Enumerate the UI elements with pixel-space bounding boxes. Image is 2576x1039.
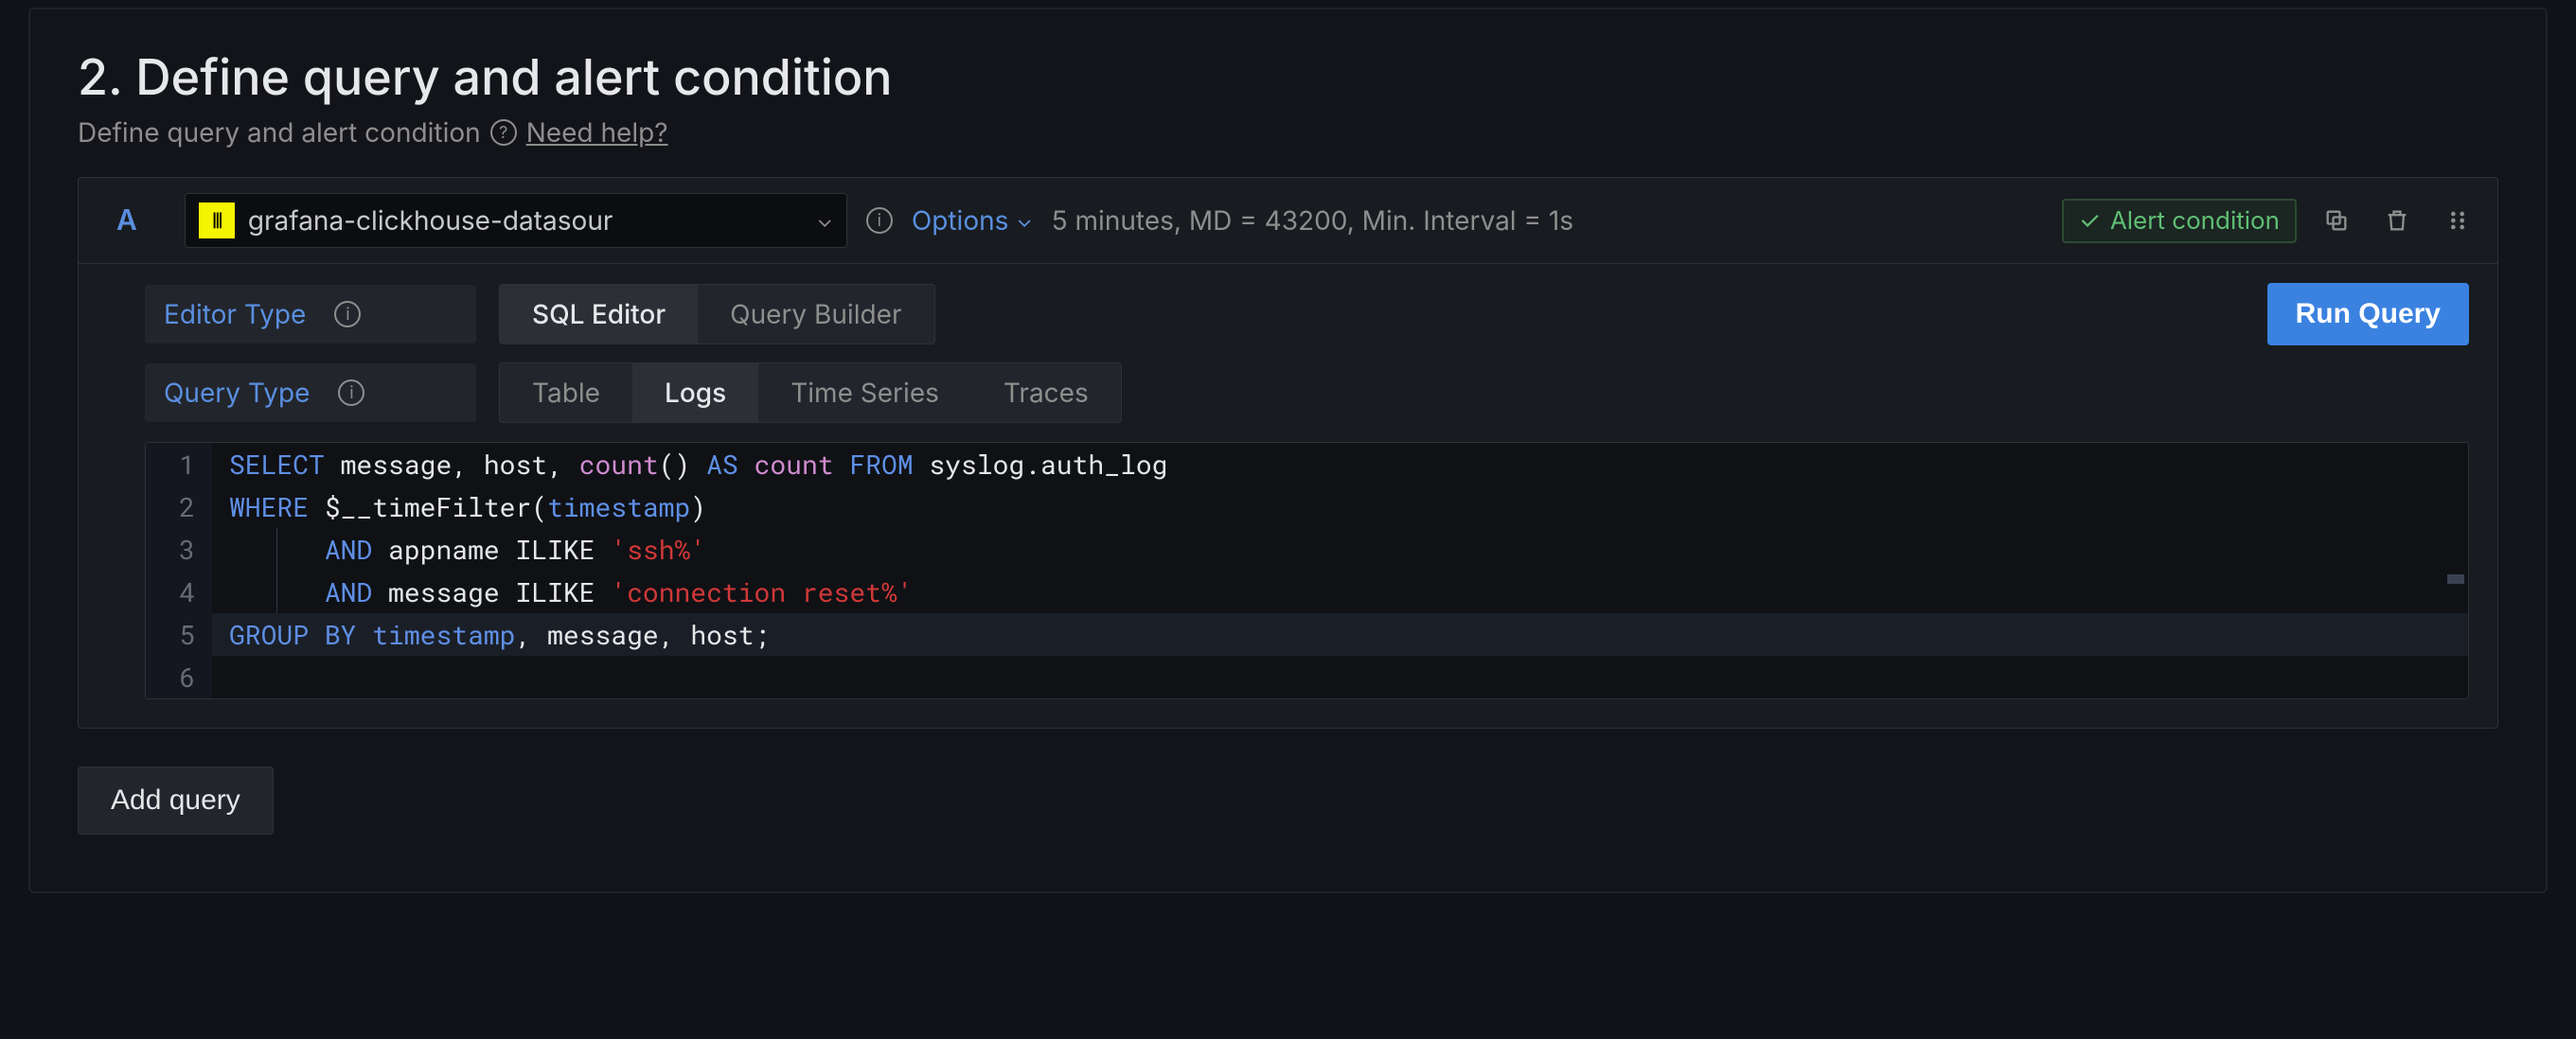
seg-option-traces[interactable]: Traces	[971, 363, 1121, 422]
options-label: Options	[912, 204, 1009, 237]
editor-type-label-chip: Editor Type i	[145, 285, 476, 343]
alert-condition-badge[interactable]: ✓ Alert condition	[2062, 199, 2297, 243]
info-icon[interactable]: i	[338, 379, 364, 406]
copy-icon	[2323, 207, 2350, 234]
grip-icon	[2444, 207, 2471, 234]
line-number: 1	[146, 443, 212, 485]
section-title: 2. Define query and alert condition	[78, 47, 2498, 107]
seg-option-time-series[interactable]: Time Series	[758, 363, 971, 422]
seg-option-query-builder[interactable]: Query Builder	[698, 285, 933, 343]
query-type-label-chip: Query Type i	[145, 363, 476, 422]
datasource-picker[interactable]: ||| grafana-clickhouse-datasour ⌄	[185, 193, 847, 248]
code-line[interactable]: 5GROUP BY timestamp, message, host;	[146, 613, 2468, 656]
seg-option-table[interactable]: Table	[500, 363, 632, 422]
code-content[interactable]	[212, 656, 2468, 698]
copy-button[interactable]	[2316, 202, 2357, 239]
line-number: 3	[146, 528, 212, 571]
minimap-marker	[2447, 574, 2464, 584]
delete-button[interactable]	[2376, 202, 2418, 239]
trash-icon	[2384, 207, 2410, 234]
line-number: 5	[146, 613, 212, 656]
query-type-segmented: TableLogsTime SeriesTraces	[499, 362, 1122, 423]
info-icon[interactable]: i	[334, 301, 361, 327]
drag-handle[interactable]	[2437, 202, 2478, 239]
help-icon[interactable]: ?	[490, 119, 517, 146]
query-type-label: Query Type	[164, 377, 310, 409]
query-body: Editor Type i SQL EditorQuery Builder Ru…	[79, 264, 2497, 728]
info-icon[interactable]: i	[866, 207, 893, 234]
sql-editor[interactable]: 1SELECT message, host, count() AS count …	[145, 442, 2469, 699]
run-query-button[interactable]: Run Query	[2267, 283, 2469, 345]
code-line[interactable]: 3 AND appname ILIKE 'ssh%'	[146, 528, 2468, 571]
datasource-name: grafana-clickhouse-datasour	[248, 204, 613, 237]
code-content[interactable]: WHERE $__timeFilter(timestamp)	[212, 485, 2468, 528]
editor-type-label: Editor Type	[164, 298, 306, 330]
need-help-link[interactable]: Need help?	[526, 116, 668, 149]
seg-option-logs[interactable]: Logs	[632, 363, 758, 422]
editor-type-row: Editor Type i SQL EditorQuery Builder Ru…	[145, 283, 2469, 345]
query-ref-id[interactable]: A	[116, 203, 166, 238]
add-query-button[interactable]: Add query	[78, 766, 274, 835]
indent-guide	[276, 528, 277, 571]
line-number: 4	[146, 571, 212, 613]
query-header: A ||| grafana-clickhouse-datasour ⌄ i Op…	[79, 178, 2497, 264]
code-line[interactable]: 1SELECT message, host, count() AS count …	[146, 443, 2468, 485]
query-card: A ||| grafana-clickhouse-datasour ⌄ i Op…	[78, 177, 2498, 729]
define-query-section: 2. Define query and alert condition Defi…	[28, 8, 2548, 893]
chevron-down-icon: ⌄	[817, 208, 833, 233]
datasource-logo-icon: |||	[199, 203, 235, 238]
seg-option-sql-editor[interactable]: SQL Editor	[500, 285, 698, 343]
line-number: 2	[146, 485, 212, 528]
code-content[interactable]: GROUP BY timestamp, message, host;	[212, 613, 2468, 656]
code-content[interactable]: SELECT message, host, count() AS count F…	[212, 443, 2468, 485]
line-number: 6	[146, 656, 212, 698]
section-subtitle: Define query and alert condition	[78, 116, 481, 149]
query-options-summary: 5 minutes, MD = 43200, Min. Interval = 1…	[1052, 204, 1573, 237]
section-subtitle-row: Define query and alert condition ? Need …	[78, 116, 2498, 149]
check-icon: ✓	[2079, 206, 2101, 236]
code-content[interactable]: AND message ILIKE 'connection reset%'	[212, 571, 2468, 613]
code-line[interactable]: 4 AND message ILIKE 'connection reset%'	[146, 571, 2468, 613]
query-type-row: Query Type i TableLogsTime SeriesTraces	[145, 362, 2469, 423]
code-line[interactable]: 2WHERE $__timeFilter(timestamp)	[146, 485, 2468, 528]
query-options-toggle[interactable]: Options ⌄	[912, 204, 1033, 237]
code-content[interactable]: AND appname ILIKE 'ssh%'	[212, 528, 2468, 571]
indent-guide	[276, 571, 277, 613]
alert-condition-label: Alert condition	[2110, 206, 2280, 236]
chevron-down-icon: ⌄	[1016, 208, 1032, 233]
code-line[interactable]: 6	[146, 656, 2468, 698]
editor-type-segmented: SQL EditorQuery Builder	[499, 284, 935, 344]
